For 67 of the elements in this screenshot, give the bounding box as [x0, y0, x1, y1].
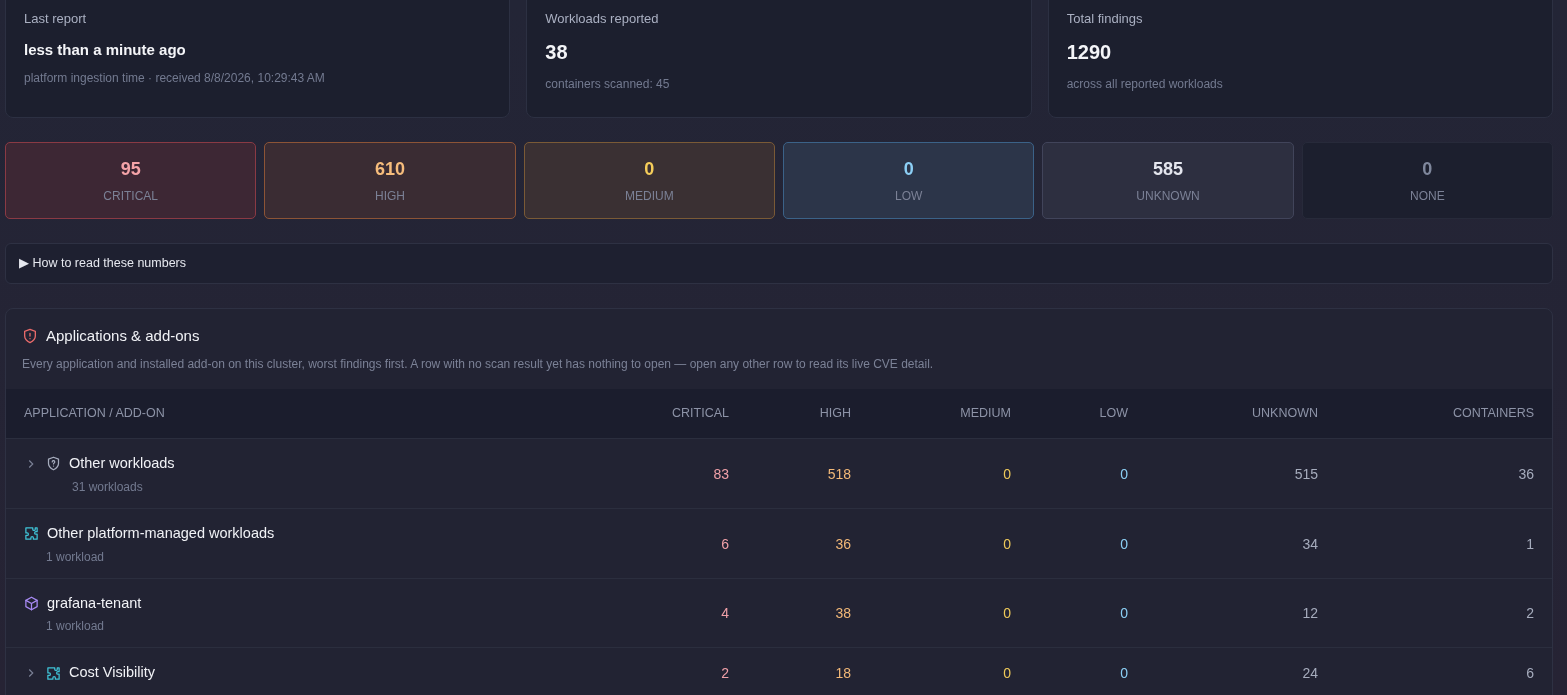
table-cell: 6: [637, 508, 747, 578]
table-cell: 0: [869, 508, 1029, 578]
card-value: less than a minute ago: [24, 39, 187, 60]
table-cell: 0: [1029, 578, 1146, 648]
table-cell: 0: [869, 438, 1029, 509]
column-header: CONTAINERS: [1336, 389, 1552, 439]
workload-count: 1 workload: [45, 618, 106, 636]
table-cell: 0: [1029, 508, 1146, 578]
column-header: APPLICATION / ADD-ON: [6, 389, 637, 439]
table-cell: 38: [747, 578, 869, 648]
table-cell: 34: [1146, 508, 1336, 578]
card-note: across all reported workloads: [1066, 75, 1224, 93]
table-cell: 0: [1029, 438, 1146, 509]
column-header: CRITICAL: [637, 389, 747, 439]
table-cell: 83: [637, 438, 747, 509]
puzzle-icon: [24, 526, 39, 542]
puzzle-icon: [46, 665, 61, 681]
table-cell: 12: [1146, 578, 1336, 648]
workload-count: 31 workloads: [71, 478, 144, 496]
table-cell: 1: [1336, 508, 1552, 578]
application-name: grafana-tenant: [47, 593, 142, 613]
application-name: Other workloads: [69, 454, 175, 473]
table-cell: 0: [869, 647, 1029, 695]
column-header: LOW: [1029, 389, 1146, 439]
column-header: UNKNOWN: [1146, 389, 1336, 439]
card-label: Last report: [24, 10, 88, 28]
shield-question-icon: [46, 456, 61, 472]
card-value: 38: [545, 39, 569, 65]
table-cell: 36: [747, 508, 869, 578]
application-name: Other platform-managed workloads: [47, 523, 275, 543]
severity-count: 585: [1152, 158, 1183, 181]
severity-count: 0: [903, 158, 914, 181]
severity-count: 0: [644, 158, 655, 181]
table-cell: 36: [1336, 438, 1552, 509]
help-toggle[interactable]: ▶ How to read these numbers: [19, 254, 1539, 273]
severity-label: CRITICAL: [103, 188, 158, 205]
column-header: MEDIUM: [869, 389, 1029, 439]
card-label: Workloads reported: [545, 10, 660, 28]
severity-count: 0: [1422, 158, 1433, 181]
severity-label: MEDIUM: [625, 188, 674, 205]
shield-alert-icon: [22, 328, 38, 344]
column-header: HIGH: [747, 389, 869, 439]
table-cell: 0: [869, 578, 1029, 648]
card-value: 1290: [1066, 39, 1113, 65]
table-cell: 0: [1029, 647, 1146, 695]
severity-label: NONE: [1409, 188, 1445, 205]
severity-count: 610: [374, 158, 405, 181]
severity-label: UNKNOWN: [1136, 188, 1200, 205]
severity-label: LOW: [894, 188, 923, 205]
application-name: Cost Visibility: [69, 663, 155, 683]
panel-description: Every application and installed add-on on this cluster, worst findings first. A row with no scan result yet has nothing to open — open any other row to read its live CVE detail.: [22, 356, 935, 374]
table-cell: 24: [1146, 647, 1336, 695]
card-note: platform ingestion time · received 8/8/2026, 10:29:43 AM: [24, 70, 326, 87]
table-cell: 515: [1146, 438, 1336, 509]
table-cell: 6: [1336, 647, 1552, 695]
cube-icon: [24, 595, 39, 611]
table-cell: 2: [637, 647, 747, 695]
workload-count: 1 workload: [45, 548, 106, 566]
panel-title: Applications & add-ons: [46, 325, 200, 346]
severity-label: HIGH: [375, 188, 405, 205]
table-cell: 18: [747, 647, 869, 695]
table-cell: 2: [1336, 578, 1552, 648]
card-note: containers scanned: 45: [545, 75, 671, 93]
severity-count: 95: [120, 158, 141, 181]
card-label: Total findings: [1066, 10, 1144, 28]
table-cell: 4: [637, 578, 747, 648]
table-cell: 518: [747, 438, 869, 509]
